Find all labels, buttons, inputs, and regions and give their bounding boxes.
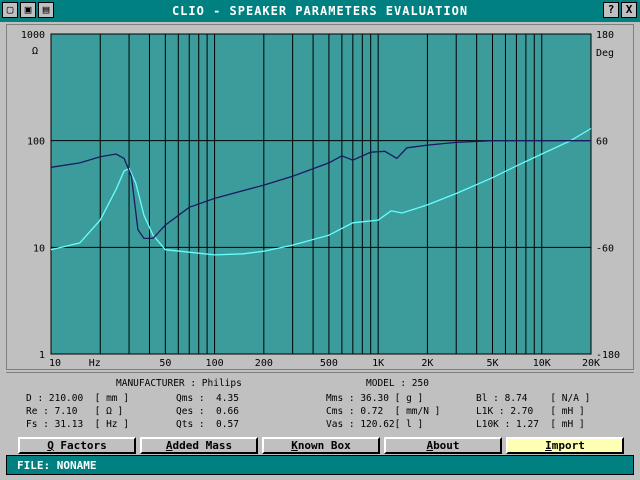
x-tick-label: 200 (255, 358, 273, 369)
title-bar: ▢ ▣ ▤ CLIO - SPEAKER PARAMETERS EVALUATI… (0, 0, 640, 22)
x-tick-label: Hz (89, 358, 101, 369)
x-tick-label: 2K (421, 358, 433, 369)
x-tick-label: 1K (372, 358, 384, 369)
parameters-panel: MANUFACTURER : Philips MODEL : 250 D : 2… (6, 372, 634, 435)
param-d: D : 210.00 [ mm ] (26, 393, 129, 404)
chart-panel: 1000 100 10 1 Ω 180 60 -60 -180 Deg 10 Hz 50 100 200 50… (6, 24, 634, 370)
param-qms: Qms : 4.35 (176, 393, 239, 404)
plot-area (51, 34, 591, 354)
right-axis-unit: Deg (596, 48, 614, 59)
param-qes: Qes : 0.66 (176, 406, 239, 417)
x-tick-label: 5K (486, 358, 498, 369)
left-tick-label: 100 (27, 137, 45, 148)
param-re: Re : 7.10 [ Ω ] (26, 406, 124, 417)
param-fs: Fs : 31.13 [ Hz ] (26, 419, 129, 430)
window-title: CLIO - SPEAKER PARAMETERS EVALUATION (171, 4, 469, 18)
left-tick-label: 1 (39, 350, 45, 361)
x-tick-label: 50 (159, 358, 171, 369)
param-qts: Qts : 0.57 (176, 419, 239, 430)
about-button[interactable]: About (384, 437, 502, 454)
param-mms: Mms : 36.30 [ g ] (326, 393, 424, 404)
param-vas: Vas : 120.62[ l ] (326, 419, 424, 430)
left-tick-label: 10 (33, 243, 45, 254)
x-tick-label: 10 (49, 358, 61, 369)
param-l1k: L1K : 2.70 [ mH ] (476, 406, 585, 417)
left-tick-label: 1000 (21, 30, 45, 41)
status-bar: FILE: NONAME (6, 455, 634, 475)
model-label: MODEL : 250 (366, 378, 429, 389)
close-button[interactable]: X (621, 2, 637, 18)
manufacturer-label: MANUFACTURER : Philips (116, 378, 242, 389)
added-mass-button[interactable]: Added Mass (140, 437, 258, 454)
file-status: FILE: NONAME (17, 459, 97, 472)
import-button[interactable]: Import (506, 437, 624, 454)
q-factors-button[interactable]: Q Factors (18, 437, 136, 454)
right-tick-label: 60 (596, 137, 608, 148)
x-tick-label: 100 (206, 358, 224, 369)
help-button[interactable]: ? (603, 2, 619, 18)
param-l10k: L10K : 1.27 [ mH ] (476, 419, 585, 430)
x-tick-label: 500 (320, 358, 338, 369)
right-tick-label: -60 (596, 243, 614, 254)
impedance-phase-chart: 1000100101Ω18060-60-180Deg10 Hz 50 100 200 50… (21, 30, 620, 369)
param-bl: Bl : 8.74 [ N/A ] (476, 393, 591, 404)
right-tick-label: 180 (596, 30, 614, 41)
known-box-button[interactable]: Known Box (262, 437, 380, 454)
param-cms: Cms : 0.72 [ mm/N ] (326, 406, 441, 417)
left-axis-unit: Ω (32, 46, 38, 57)
x-tick-label: 10K (533, 358, 551, 369)
x-tick-label: 20K (582, 358, 600, 369)
